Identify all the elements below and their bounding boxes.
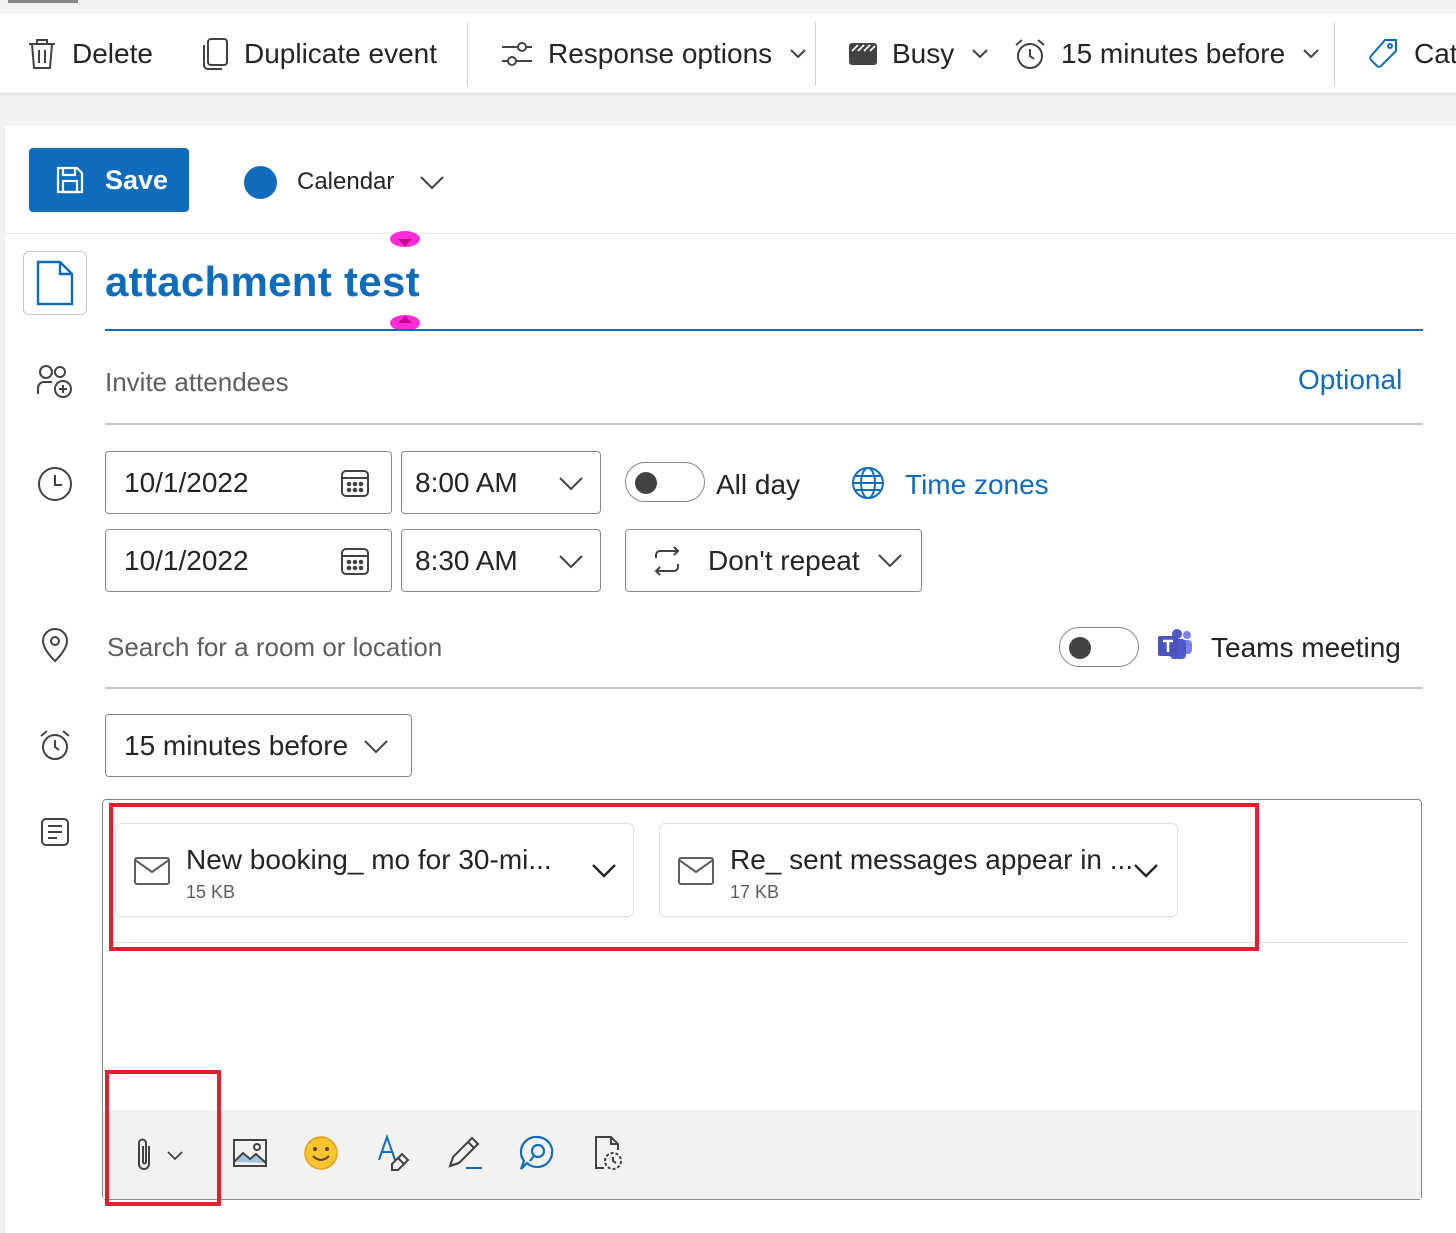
attachment-size: 15 KB xyxy=(186,882,236,902)
response-options-button[interactable]: Response options xyxy=(500,14,806,94)
copy-icon xyxy=(203,38,228,70)
chevron-down-icon[interactable] xyxy=(1134,864,1158,878)
start-time-value: 8:00 AM xyxy=(415,466,518,498)
attendees-underline xyxy=(105,423,1423,425)
delete-label: Delete xyxy=(72,38,153,69)
text-selection-handle[interactable] xyxy=(389,230,421,248)
duplicate-event-button[interactable]: Duplicate event xyxy=(200,14,437,94)
teams-meeting-label: Teams meeting xyxy=(1211,632,1401,663)
location-search-input[interactable]: Search for a room or location xyxy=(107,632,442,663)
busy-status-icon xyxy=(849,43,877,65)
optional-attendees-link[interactable]: Optional xyxy=(1298,364,1402,396)
chevron-down-icon xyxy=(972,49,988,59)
all-day-label: All day xyxy=(716,469,801,500)
attachment-card[interactable]: Re_ sent messages appear in ... 17 KB xyxy=(659,823,1178,917)
location-pin-icon xyxy=(41,628,69,663)
chevron-down-icon xyxy=(364,740,388,754)
end-date-value: 10/1/2022 xyxy=(124,544,249,576)
location-underline xyxy=(105,687,1423,689)
trash-icon xyxy=(29,39,55,69)
end-time-dropdown[interactable]: 8:30 AM xyxy=(401,529,601,592)
reminder-value: 15 minutes before xyxy=(124,729,349,761)
teams-meeting-toggle[interactable] xyxy=(1059,627,1139,667)
delete-button[interactable]: Delete xyxy=(26,14,153,94)
event-type-button[interactable] xyxy=(23,251,87,315)
tag-icon xyxy=(1369,39,1397,68)
response-options-label: Response options xyxy=(548,38,773,69)
repeat-icon xyxy=(654,546,680,576)
command-ribbon: Delete Duplicate event Response options … xyxy=(0,0,1456,94)
start-date-picker[interactable]: 10/1/2022 xyxy=(105,451,392,514)
end-time-value: 8:30 AM xyxy=(415,544,518,576)
time-zones-link[interactable]: Time zones xyxy=(905,469,1049,501)
editor-icon[interactable] xyxy=(518,1134,556,1172)
globe-icon[interactable] xyxy=(851,466,885,500)
save-button[interactable]: Save xyxy=(29,148,189,212)
categorize-label: Cate xyxy=(1414,38,1456,69)
calendar-icon xyxy=(341,548,369,575)
start-time-dropdown[interactable]: 8:00 AM xyxy=(401,451,601,514)
emoji-icon[interactable] xyxy=(303,1135,339,1171)
alarm-clock-icon xyxy=(1015,39,1045,69)
all-day-toggle[interactable] xyxy=(625,462,705,502)
paperclip-icon xyxy=(138,1138,183,1170)
invite-attendees-input[interactable]: Invite attendees xyxy=(105,367,289,398)
chevron-down-icon[interactable] xyxy=(420,176,444,190)
tab-indicator xyxy=(8,0,78,3)
toolbar-divider xyxy=(467,22,468,86)
teams-icon xyxy=(1158,629,1192,659)
attachment-name: New booking_ mo for 30-mi... xyxy=(186,844,552,875)
chevron-down-icon[interactable] xyxy=(592,864,616,878)
calendar-color-dot[interactable] xyxy=(244,166,277,199)
sliders-icon xyxy=(502,42,532,66)
chevron-down-icon xyxy=(559,477,583,491)
toolbar-divider xyxy=(815,22,816,86)
mail-icon xyxy=(678,857,714,885)
busy-label: Busy xyxy=(892,38,955,69)
toggle-knob xyxy=(1069,637,1091,659)
chevron-down-icon xyxy=(790,49,806,59)
chevron-down-icon xyxy=(1303,49,1319,59)
event-title-input[interactable]: attachment test xyxy=(105,258,420,306)
chevron-down-icon xyxy=(878,554,902,568)
show-as-busy-button[interactable]: Busy xyxy=(848,14,988,94)
repeat-dropdown[interactable]: Don't repeat xyxy=(625,529,922,592)
title-underline xyxy=(105,329,1423,331)
toolbar-divider xyxy=(1334,22,1335,86)
reminder-dropdown[interactable]: 15 minutes before xyxy=(105,714,412,777)
image-icon[interactable] xyxy=(232,1138,268,1168)
clock-icon xyxy=(38,467,72,501)
attachment-name: Re_ sent messages appear in ... xyxy=(730,844,1134,875)
alarm-clock-icon xyxy=(40,730,70,760)
attachment-card[interactable]: New booking_ mo for 30-mi... 15 KB xyxy=(115,823,634,917)
attachment-size: 17 KB xyxy=(730,882,780,902)
document-icon xyxy=(36,260,74,306)
draw-icon[interactable] xyxy=(446,1134,486,1172)
start-date-value: 10/1/2022 xyxy=(124,466,249,498)
loop-icon[interactable] xyxy=(592,1134,626,1172)
save-label: Save xyxy=(105,164,169,195)
end-date-picker[interactable]: 10/1/2022 xyxy=(105,529,392,592)
mail-icon xyxy=(134,857,170,885)
calendar-icon xyxy=(341,470,369,497)
notes-icon xyxy=(41,818,69,846)
reminder-button[interactable]: 15 minutes before xyxy=(1013,14,1319,94)
reminder-label: 15 minutes before xyxy=(1061,38,1286,69)
attach-file-button[interactable] xyxy=(135,1136,195,1177)
duplicate-label: Duplicate event xyxy=(244,38,438,69)
repeat-value: Don't repeat xyxy=(708,544,860,576)
toggle-knob xyxy=(635,472,657,494)
header-divider xyxy=(5,233,1456,234)
add-people-icon xyxy=(37,365,72,398)
categorize-button[interactable]: Cate xyxy=(1366,14,1456,94)
chevron-down-icon xyxy=(559,555,583,569)
attachments-divider xyxy=(112,942,1408,943)
calendar-picker-label[interactable]: Calendar xyxy=(297,168,394,196)
format-painter-icon[interactable] xyxy=(376,1134,412,1172)
save-icon xyxy=(56,166,84,194)
formatting-toolbar xyxy=(103,1110,1421,1199)
